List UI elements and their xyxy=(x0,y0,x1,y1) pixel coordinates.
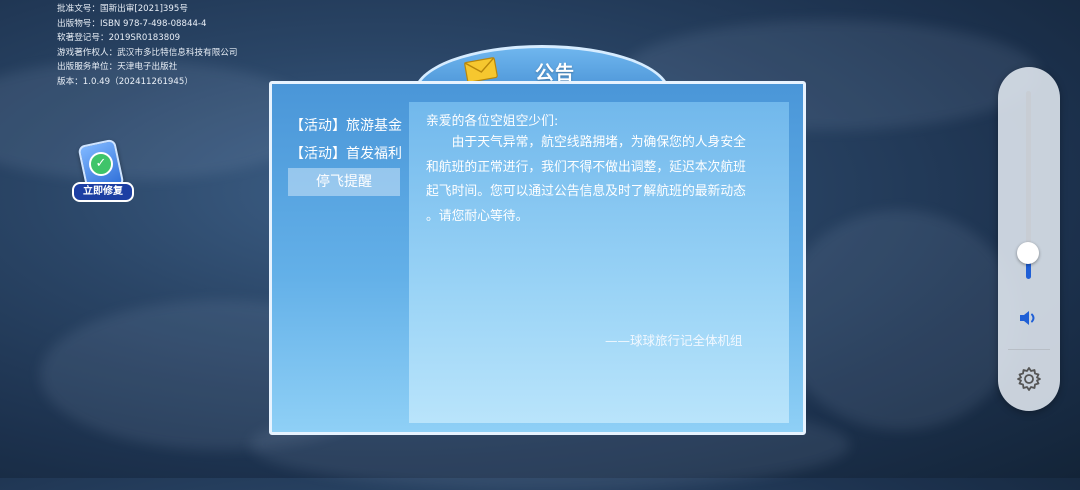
license-line: 版本：1.0.49（202411261945） xyxy=(57,76,193,87)
body-line: 和航班的正常进行，我们不得不做出调整，延迟本次航班 xyxy=(426,159,746,175)
volume-panel xyxy=(998,67,1060,411)
greeting: 亲爱的各位空姐空少们: xyxy=(426,114,559,129)
signature: ——球球旅行记全体机组 xyxy=(605,333,743,348)
menu-item-launch-bonus[interactable]: 【活动】首发福利 xyxy=(286,140,406,168)
menu-item-travel-fund[interactable]: 【活动】旅游基金 xyxy=(286,112,406,140)
divider xyxy=(1008,349,1050,350)
body-line: 。请您耐心等待。 xyxy=(426,208,529,224)
repair-label: 立即修复 xyxy=(72,182,134,202)
check-icon: ✓ xyxy=(89,152,113,176)
license-line: 游戏著作权人：武汉市多比特信息科技有限公司 xyxy=(57,47,238,58)
announcement-menu: 【活动】旅游基金 【活动】首发福利 停飞提醒 xyxy=(286,112,406,196)
gear-icon[interactable] xyxy=(1015,365,1043,393)
announcement-body: 由于天气异常，航空线路拥堵，为确保您的人身安全 和航班的正常进行，我们不得不做出… xyxy=(426,131,771,229)
speaker-icon[interactable] xyxy=(1017,308,1041,328)
repair-button[interactable]: ✓ 立即修复 xyxy=(72,138,134,202)
license-line: 出版物号：ISBN 978-7-498-08844-4 xyxy=(57,18,207,29)
announcement-dialog: 【活动】旅游基金 【活动】首发福利 停飞提醒 亲爱的各位空姐空少们: 由于天气异… xyxy=(269,81,806,435)
envelope-icon xyxy=(464,57,498,83)
body-line: 起飞时间。您可以通过公告信息及时了解航班的最新动态 xyxy=(426,184,746,199)
volume-knob[interactable] xyxy=(1017,242,1039,264)
menu-item-grounding-notice[interactable]: 停飞提醒 xyxy=(288,168,400,196)
announcement-content: 亲爱的各位空姐空少们: 由于天气异常，航空线路拥堵，为确保您的人身安全 和航班的… xyxy=(409,102,789,423)
license-line: 批准文号：国新出审[2021]395号 xyxy=(57,4,188,14)
license-info: 批准文号：国新出审[2021]395号 出版物号：ISBN 978-7-498-… xyxy=(57,2,237,90)
license-line: 软著登记号：2019SR0183809 xyxy=(57,33,181,44)
license-line: 出版服务单位：天津电子出版社 xyxy=(57,62,178,73)
body-line: 由于天气异常，航空线路拥堵，为确保您的人身安全 xyxy=(426,135,746,150)
